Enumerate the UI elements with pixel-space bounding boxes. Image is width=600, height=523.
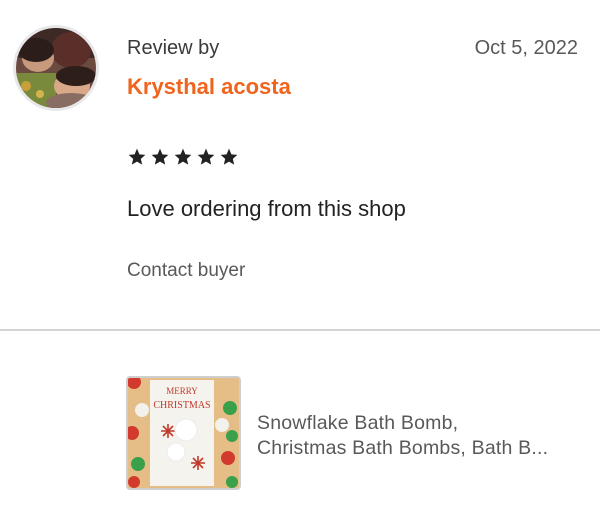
snowflake-icon bbox=[191, 456, 205, 470]
avatar-photo bbox=[16, 28, 96, 108]
star-filled-icon bbox=[128, 148, 146, 165]
buyer-avatar[interactable] bbox=[16, 28, 96, 108]
contact-buyer-button[interactable]: Contact buyer bbox=[127, 260, 245, 282]
product-image: MERRY CHRISTMAS bbox=[128, 378, 239, 488]
review-by-label: Review by bbox=[127, 37, 220, 59]
thumb-card-line1: MERRY bbox=[166, 386, 198, 396]
star-filled-icon bbox=[220, 148, 238, 165]
star-rating bbox=[127, 143, 239, 171]
buyer-name-link[interactable]: Krysthal acosta bbox=[127, 74, 291, 100]
product-thumbnail[interactable]: MERRY CHRISTMAS bbox=[126, 376, 241, 490]
star-filled-icon bbox=[197, 148, 215, 165]
product-title-line1: Snowflake Bath Bomb, bbox=[257, 412, 459, 434]
review-date: Oct 5, 2022 bbox=[474, 37, 578, 59]
section-divider bbox=[0, 329, 600, 331]
product-title-line2: Christmas Bath Bombs, Bath B... bbox=[257, 437, 549, 459]
snowflake-icon bbox=[161, 424, 175, 438]
product-title-link[interactable]: Snowflake Bath Bomb, Christmas Bath Bomb… bbox=[257, 411, 587, 461]
thumb-card-line2: CHRISTMAS bbox=[153, 400, 210, 411]
star-filled-icon bbox=[151, 148, 169, 165]
review-text: Love ordering from this shop bbox=[127, 196, 406, 221]
star-filled-icon bbox=[174, 148, 192, 165]
